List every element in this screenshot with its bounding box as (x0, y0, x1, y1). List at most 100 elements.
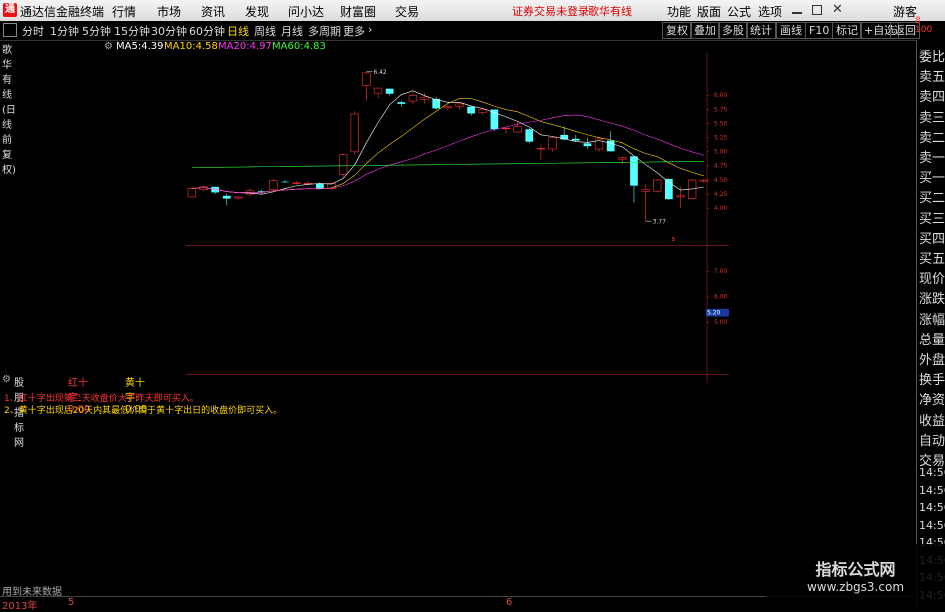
panel-label: 外盘 (919, 353, 945, 368)
tab-multi-period[interactable]: 多周期 (308, 23, 341, 39)
candle-body (420, 96, 429, 100)
candle-body (385, 88, 394, 94)
candle-body (536, 148, 546, 150)
price-label: 5.00 (714, 149, 727, 156)
candle-body (269, 180, 278, 190)
right-top-badge: 8 100 (915, 16, 933, 35)
tab-weekly[interactable]: 周线 (254, 23, 276, 39)
menu-formula[interactable]: 公式 (727, 3, 751, 20)
candle-body (408, 95, 418, 102)
candle-body (641, 189, 650, 192)
trade-time: 14:56 (919, 501, 945, 514)
candle-body (397, 102, 406, 104)
menu-quotes[interactable]: 行情 (112, 3, 136, 20)
candle-body (281, 181, 289, 183)
minimize-icon[interactable] (792, 12, 802, 14)
candle-body (583, 143, 592, 147)
candle-body (338, 154, 348, 175)
candle-body (571, 138, 580, 141)
quote-side-panel: 委比 卖五 卖四 卖三 卖二 卖一 买一 买二 买三 买四 买五 现价 涨跌 涨幅 总量 外盘 换手 净资 收益 自动… (916, 40, 945, 609)
stats-button[interactable]: 统计 (746, 22, 776, 39)
candle-body (234, 196, 243, 199)
menu-discover[interactable]: 发现 (245, 3, 269, 20)
panel-label: 买四 (919, 231, 945, 247)
chevron-right-icon[interactable]: › (368, 23, 372, 36)
title-bar: 通 通达信金融终端 行情 市场 资讯 发现 问小达 财富圈 交易 证券交易未登录… (0, 0, 945, 21)
axis-month-5: 5 (68, 597, 75, 608)
candle-body (350, 113, 359, 153)
menu-news[interactable]: 资讯 (201, 3, 225, 20)
menu-ask[interactable]: 问小达 (288, 3, 324, 20)
tab-60min[interactable]: 60分钟 (189, 23, 225, 39)
tab-15min[interactable]: 15分钟 (114, 23, 150, 39)
ma5-label: MA5:4.39 (116, 41, 164, 52)
maximize-icon[interactable] (812, 5, 822, 15)
candle-body (548, 137, 557, 150)
multi-stock-button[interactable]: 多股 (718, 22, 748, 39)
app-title: 通达信金融终端 (20, 5, 105, 19)
ma20-line (191, 114, 704, 193)
candle-body (676, 195, 685, 198)
candle-body (316, 183, 324, 189)
tab-daily[interactable]: 日线 (227, 23, 249, 39)
panel-label: 涨幅 (919, 312, 945, 328)
low-label: 3.77 (653, 219, 666, 226)
panel-label: 买二 (919, 191, 945, 207)
candle-body (373, 87, 383, 94)
price-label: 4.50 (714, 177, 727, 184)
tab-intraday[interactable]: 分时 (22, 23, 44, 39)
ma10-label: MA10:4.58 (164, 41, 218, 52)
menu-layout[interactable]: 版面 (697, 3, 721, 20)
watermark-url: www.zbgs3.com (806, 580, 905, 594)
candle-body (443, 106, 452, 109)
candle-body (664, 178, 673, 200)
future-data-note: 用到未来数据 (2, 587, 62, 598)
adjust-button[interactable]: 复权 (662, 22, 692, 39)
draw-line-button[interactable]: 画线 (776, 22, 806, 39)
panel-label: 现价 (919, 272, 945, 288)
candle-body (455, 103, 464, 107)
menu-function[interactable]: 功能 (667, 3, 691, 20)
chart-title: 歌华有线(日线 前复权) (2, 45, 16, 176)
tab-more[interactable]: 更多 (343, 23, 365, 39)
login-warning[interactable]: 证券交易未登录 (512, 3, 589, 19)
candle-body (478, 109, 487, 113)
panel-label: 涨跌 (919, 292, 945, 308)
menu-wealth[interactable]: 财富圈 (340, 3, 376, 20)
panel-label: 自动 (919, 433, 945, 449)
sidebar-toggle-icon[interactable] (3, 23, 17, 37)
f10-button[interactable]: F10 (805, 22, 834, 39)
menu-market[interactable]: 市场 (157, 3, 181, 20)
close-icon[interactable]: ✕ (832, 2, 843, 17)
price-label: 5.75 (714, 106, 727, 113)
indicator-settings-icon[interactable]: ⚙ (2, 374, 11, 385)
overlay-button[interactable]: 叠加 (690, 22, 720, 39)
tab-monthly[interactable]: 月线 (281, 23, 303, 39)
tab-30min[interactable]: 30分钟 (151, 23, 187, 39)
settings-circle-icon[interactable]: ⚙ (104, 41, 113, 52)
panel-label: 收益 (919, 413, 945, 429)
mark-button[interactable]: 标记 (832, 22, 862, 39)
ma60-label: MA60:4.83 (272, 41, 326, 52)
price-label: 4.00 (714, 205, 727, 212)
app-logo-icon: 通 (3, 3, 17, 17)
sub-price-label: 7.00 (714, 268, 727, 275)
kline-chart[interactable]: 6.42 3.77 6.00 5.75 5.50 5.25 5.00 4.75 4.50 4.2… (0, 53, 915, 383)
menu-options[interactable]: 选项 (758, 3, 782, 20)
menu-trade[interactable]: 交易 (395, 3, 419, 20)
candle-body (362, 72, 371, 86)
candle-body (525, 129, 534, 142)
candle-body (501, 127, 511, 130)
candle-body (630, 156, 638, 186)
signal-mark: $ (671, 236, 675, 243)
candle-body (653, 179, 662, 192)
panel-label: 净资 (919, 393, 945, 409)
watermark-title: 指标公式网 (815, 560, 896, 579)
candle-body (513, 126, 522, 133)
panel-label: 卖一 (919, 151, 945, 166)
guest-label[interactable]: 游客 (893, 3, 917, 20)
trade-time: 14:56 (919, 466, 945, 479)
tab-5min[interactable]: 5分钟 (82, 23, 111, 39)
panel-label: 卖三 (919, 110, 945, 126)
tab-1min[interactable]: 1分钟 (50, 23, 79, 39)
